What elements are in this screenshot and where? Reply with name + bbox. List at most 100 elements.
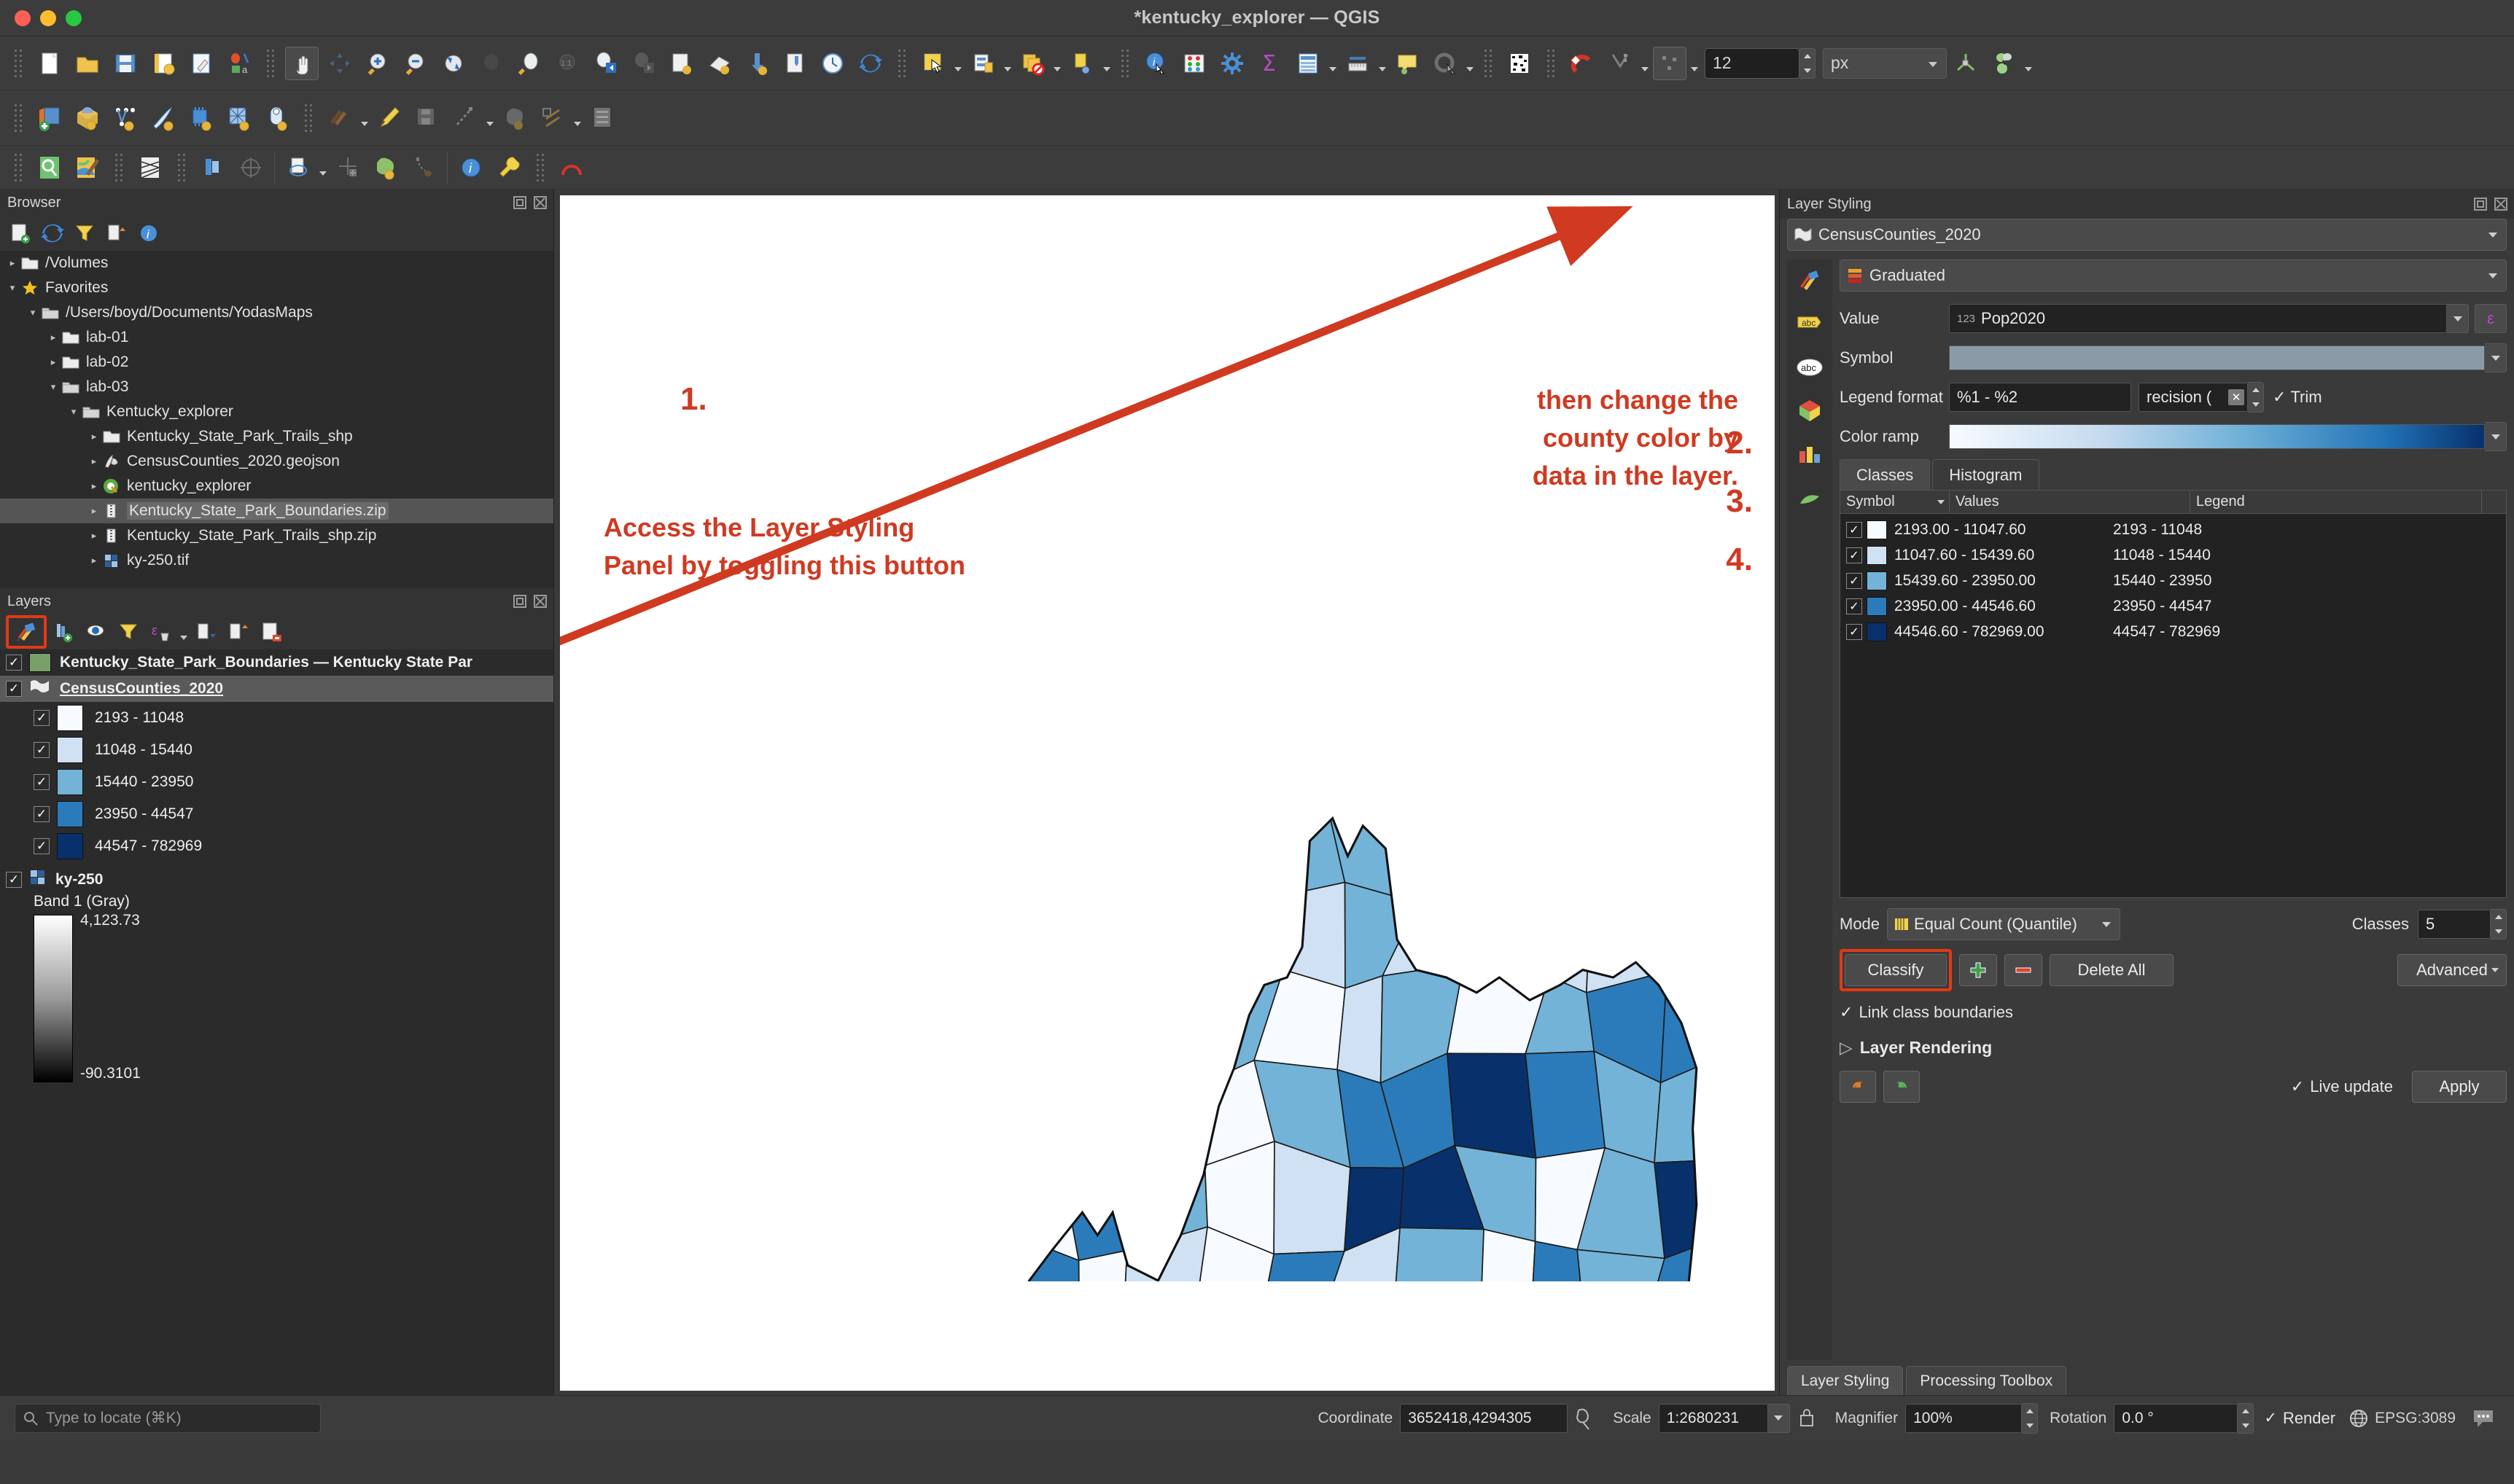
- toolbar-grip-6[interactable]: [1546, 47, 1556, 79]
- layer-rendering-section[interactable]: ▷ Layer Rendering: [1840, 1038, 2507, 1058]
- masks-tab-icon[interactable]: abc: [1794, 351, 1826, 383]
- coordinate-capture-icon[interactable]: [1573, 1406, 1595, 1431]
- legend-class-row[interactable]: ✓ 11048 - 15440: [0, 734, 553, 766]
- rotation-stepper[interactable]: [2238, 1402, 2254, 1434]
- legend-class-checkbox[interactable]: ✓: [34, 742, 50, 758]
- add-postgis-icon[interactable]: [184, 101, 218, 135]
- tree-expand-arrow-icon[interactable]: ▸: [45, 332, 61, 343]
- crs-globe-icon[interactable]: [2348, 1408, 2369, 1429]
- legend-class-row[interactable]: ✓ 2193 - 11048: [0, 702, 553, 734]
- expression-filter-icon[interactable]: ε: [146, 617, 175, 647]
- add-class-button[interactable]: [1959, 954, 1997, 986]
- snapping-icon[interactable]: [1565, 47, 1599, 80]
- map-tips-icon[interactable]: [1390, 47, 1424, 80]
- tree-expand-arrow-icon[interactable]: ▾: [25, 307, 41, 319]
- magnifier-value[interactable]: 100%: [1905, 1403, 2023, 1433]
- undo-button[interactable]: [1840, 1071, 1876, 1103]
- tree-expand-arrow-icon[interactable]: ▸: [4, 257, 20, 269]
- zoom-out-icon[interactable]: [399, 47, 432, 80]
- classes-table[interactable]: Symbol Values Legend ✓ 2193.00 - 11047.60 21…: [1840, 490, 2507, 898]
- save-layer-edits-icon[interactable]: [410, 101, 444, 135]
- select-features-icon[interactable]: [917, 47, 950, 80]
- add-part-icon[interactable]: [407, 151, 440, 184]
- legend-class-checkbox[interactable]: ✓: [34, 806, 50, 822]
- select-vertices-icon[interactable]: [1653, 46, 1686, 80]
- collapse-all-icon[interactable]: [102, 219, 131, 248]
- map-canvas[interactable]: 1. 2. 3. 4. 5. Access the Layer Styling …: [560, 195, 1775, 1391]
- add-group-icon[interactable]: [50, 617, 79, 647]
- renderer-select[interactable]: Graduated: [1840, 259, 2507, 292]
- classes-table-row[interactable]: ✓ 2193.00 - 11047.60 2193 - 11048: [1840, 517, 2506, 542]
- raster-visibility-checkbox[interactable]: ✓: [6, 872, 22, 888]
- class-symbol-swatch[interactable]: [1867, 545, 1887, 565]
- filter-icon[interactable]: [70, 219, 99, 248]
- toolbar-grip-7[interactable]: [13, 102, 23, 133]
- class-enabled-checkbox[interactable]: ✓: [1846, 623, 1862, 640]
- run-model-icon[interactable]: [1428, 47, 1462, 80]
- browser-tree-item[interactable]: ▸ /Volumes: [0, 251, 553, 276]
- browser-tree-item[interactable]: ▸ ky-250.tif: [0, 548, 553, 573]
- classes-table-body[interactable]: ✓ 2193.00 - 11047.60 2193 - 11048 ✓ 11047.60…: [1840, 514, 2506, 644]
- classes-table-row[interactable]: ✓ 44546.60 - 782969.00 44547 - 782969: [1840, 619, 2506, 644]
- scale-value[interactable]: 1:2680231: [1658, 1403, 1768, 1433]
- sum-icon[interactable]: Σ: [1253, 47, 1287, 80]
- class-enabled-checkbox[interactable]: ✓: [1846, 521, 1862, 538]
- link-class-boundaries-checkbox[interactable]: ✓ Link class boundaries: [1840, 1003, 2507, 1022]
- browser-tree-item[interactable]: ▸ lab-02: [0, 350, 553, 375]
- browser-tree-item[interactable]: ▸ Kentucky_State_Park_Boundaries.zip: [0, 499, 553, 523]
- add-spatialite-icon[interactable]: [222, 101, 256, 135]
- offset-curve-icon[interactable]: [234, 151, 268, 184]
- zoom-native-icon[interactable]: 1:1: [550, 47, 584, 80]
- value-dropdown-button[interactable]: [2447, 304, 2469, 333]
- browser-tree-item[interactable]: ▾ lab-03: [0, 375, 553, 399]
- mode-select[interactable]: Equal Count (Quantile): [1887, 908, 2121, 940]
- legend-class-checkbox[interactable]: ✓: [34, 774, 50, 790]
- delete-class-button[interactable]: [2004, 954, 2042, 986]
- undock-icon-2[interactable]: [513, 594, 527, 609]
- raster-layer-item[interactable]: ✓ ky-250: [0, 867, 553, 893]
- chevron-down-icon-11[interactable]: [359, 101, 370, 135]
- dock-bottom-tabs[interactable]: Layer Styling Processing Toolbox: [1780, 1360, 2514, 1395]
- tree-expand-arrow-icon[interactable]: ▾: [4, 282, 20, 294]
- plugins-icon[interactable]: [71, 151, 104, 184]
- class-symbol-swatch[interactable]: [1867, 622, 1887, 641]
- open-layer-styling-icon[interactable]: [6, 615, 47, 649]
- raster-calculator-icon[interactable]: [196, 151, 230, 184]
- chevron-down-icon-6[interactable]: [1377, 47, 1388, 80]
- live-update-checkbox[interactable]: ✓ Live update: [2291, 1077, 2393, 1096]
- classes-table-row[interactable]: ✓ 15439.60 - 23950.00 15440 - 23950: [1840, 568, 2506, 593]
- legend-class-row[interactable]: ✓ 23950 - 44547: [0, 798, 553, 830]
- current-edits-icon[interactable]: [323, 101, 357, 135]
- close-icon-3[interactable]: [2494, 197, 2508, 211]
- undock-icon-3[interactable]: [2473, 197, 2488, 211]
- toolbar-grip-11[interactable]: [176, 152, 187, 183]
- browser-tree[interactable]: ▸ /Volumes ▾ Favorites ▾ /Users/boyd/Document…: [0, 251, 553, 587]
- new-map-view-icon[interactable]: [664, 47, 698, 80]
- trace-icon[interactable]: [1987, 47, 2020, 80]
- zoom-last-icon[interactable]: [588, 47, 622, 80]
- toolbar-grip-8[interactable]: [303, 102, 314, 133]
- browser-tree-item[interactable]: ▾ Favorites: [0, 276, 553, 300]
- value-expression-button[interactable]: ε: [2475, 304, 2507, 333]
- classify-button[interactable]: Classify: [1845, 954, 1947, 986]
- layer-visibility-checkbox[interactable]: ✓: [6, 681, 22, 697]
- toolbar-grip-4[interactable]: [1120, 47, 1130, 79]
- chevron-down-icon-5[interactable]: [1327, 47, 1339, 80]
- select-by-value-icon[interactable]: [966, 47, 1000, 80]
- layers-tree[interactable]: ✓ Kentucky_State_Park_Boundaries — Kentuc…: [0, 649, 553, 1395]
- chevron-down-icon-4[interactable]: [1101, 47, 1113, 80]
- class-symbol-swatch[interactable]: [1867, 596, 1887, 616]
- zoom-full-icon[interactable]: [437, 47, 470, 80]
- zoom-to-selection-icon[interactable]: [475, 47, 508, 80]
- rotation-value[interactable]: 0.0 °: [2114, 1403, 2238, 1433]
- class-enabled-checkbox[interactable]: ✓: [1846, 598, 1862, 614]
- info-tool-icon[interactable]: i: [454, 151, 488, 184]
- tree-expand-arrow-icon[interactable]: ▸: [45, 356, 61, 368]
- new-3d-map-view-icon[interactable]: [702, 47, 736, 80]
- diagram-tab-icon[interactable]: [1794, 439, 1826, 471]
- browser-tree-item[interactable]: ▾ Kentucky_explorer: [0, 399, 553, 424]
- chevron-down-icon-9[interactable]: [1689, 47, 1700, 80]
- classes-header-values[interactable]: Values: [1950, 491, 2190, 513]
- history-tab-icon[interactable]: [1794, 483, 1826, 515]
- browser-tree-item[interactable]: ▾ /Users/boyd/Documents/YodasMaps: [0, 300, 553, 325]
